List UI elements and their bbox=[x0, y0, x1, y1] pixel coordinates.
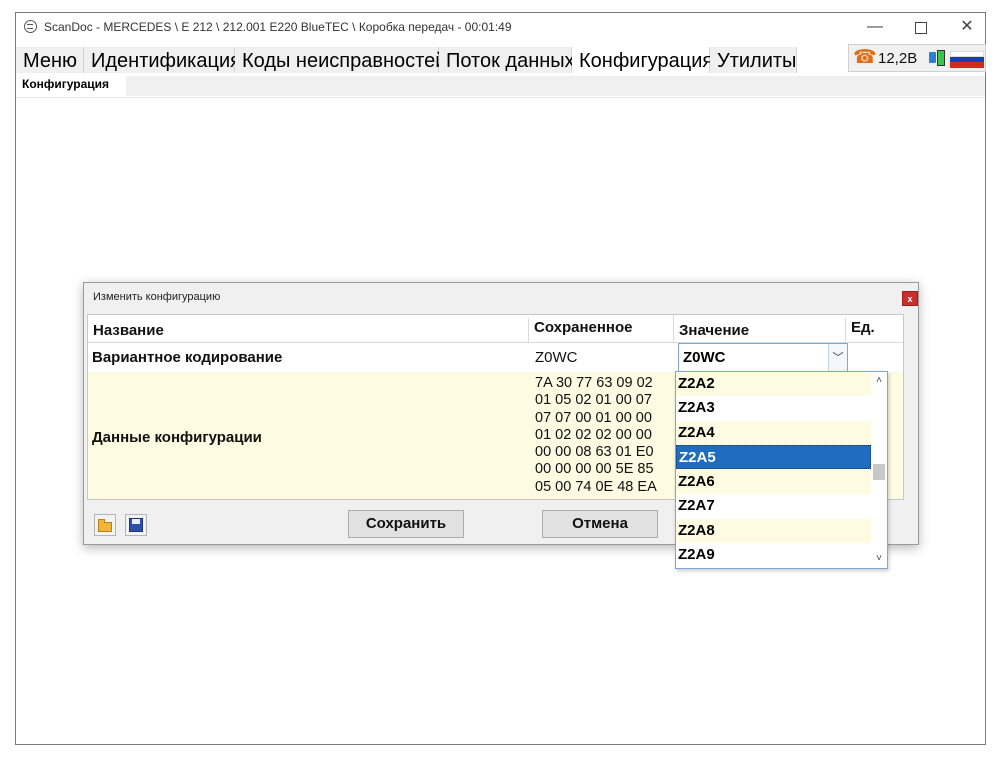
main-menu-bar: Меню Идентификация Коды неисправностей П… bbox=[16, 47, 985, 73]
column-header-unit: Ед. bbox=[846, 315, 903, 343]
cancel-button[interactable]: Отмена bbox=[542, 510, 658, 538]
scroll-up-icon[interactable]: ˄ bbox=[871, 374, 887, 388]
hex-line: 01 02 02 02 00 00 bbox=[535, 426, 652, 443]
dropdown-option[interactable]: Z2A7 bbox=[676, 494, 871, 518]
sub-tab-strip bbox=[126, 76, 985, 96]
scroll-down-icon[interactable]: ˅ bbox=[871, 552, 887, 566]
dropdown-scrollbar[interactable]: ˄ ˅ bbox=[871, 372, 887, 568]
dropdown-option[interactable]: Z2A6 bbox=[676, 470, 871, 494]
open-folder-icon[interactable] bbox=[94, 514, 116, 536]
dropdown-option[interactable]: Z2A9 bbox=[676, 543, 871, 567]
dropdown-option-selected[interactable]: Z2A5 bbox=[676, 445, 871, 469]
dialog-title: Изменить конфигурацию bbox=[93, 291, 221, 303]
scrollbar-thumb[interactable] bbox=[873, 464, 885, 480]
menu-item-utilities[interactable]: Утилиты bbox=[710, 47, 797, 73]
menu-item-fault-codes[interactable]: Коды неисправностей bbox=[235, 47, 446, 73]
minimize-button[interactable]: — bbox=[852, 13, 898, 42]
dropdown-option[interactable]: Z2A8 bbox=[676, 519, 871, 543]
status-indicator: ☎ 12,2В bbox=[848, 44, 986, 72]
hex-line: 05 00 74 0E 48 EA bbox=[535, 478, 657, 495]
dropdown-option[interactable]: Z2A3 bbox=[676, 396, 871, 420]
save-disk-icon[interactable] bbox=[125, 514, 147, 536]
russian-flag-icon[interactable] bbox=[950, 51, 984, 68]
hex-line: 07 07 00 01 00 00 bbox=[535, 409, 652, 426]
tab-configuration[interactable]: Конфигурация bbox=[22, 77, 109, 91]
menu-item-configuration[interactable]: Конфигурация bbox=[572, 47, 713, 73]
window-title: ScanDoc - MERCEDES \ E 212 \ 212.001 E22… bbox=[44, 20, 512, 34]
dropdown-option[interactable]: Z2A2 bbox=[676, 372, 871, 396]
row-variant-coding-name: Вариантное кодирование bbox=[92, 349, 283, 366]
app-logo-icon bbox=[24, 20, 37, 33]
row-config-data-saved: 7A 30 77 63 09 02 01 05 02 01 00 07 07 0… bbox=[535, 375, 657, 496]
menu-item-menu[interactable]: Меню bbox=[16, 47, 84, 73]
variant-coding-select[interactable]: Z0WC ﹀ bbox=[678, 343, 848, 373]
maximize-button[interactable] bbox=[898, 13, 944, 42]
phone-icon: ☎ bbox=[853, 47, 877, 68]
dialog-close-button[interactable]: x bbox=[902, 291, 918, 306]
column-header-value: Значение bbox=[674, 318, 846, 343]
hex-line: 00 00 08 63 01 E0 bbox=[535, 444, 654, 461]
hex-line: 7A 30 77 63 09 02 bbox=[535, 375, 653, 391]
menu-item-identification[interactable]: Идентификация bbox=[84, 47, 241, 73]
menu-item-data-stream[interactable]: Поток данных bbox=[439, 47, 575, 73]
row-config-data-name: Данные конфигурации bbox=[92, 429, 262, 446]
variant-coding-value: Z0WC bbox=[683, 349, 726, 366]
voltage-readout: 12,2В bbox=[878, 50, 918, 67]
variant-coding-dropdown-list[interactable]: Z2A2 Z2A3 Z2A4 Z2A5 Z2A6 Z2A7 Z2A8 Z2A9 … bbox=[675, 371, 888, 569]
hex-line: 01 05 02 01 00 07 bbox=[535, 392, 652, 409]
close-window-button[interactable]: ✕ bbox=[944, 13, 990, 42]
maximize-icon bbox=[915, 22, 927, 34]
hex-line: 00 00 00 00 5E 85 bbox=[535, 461, 654, 478]
row-variant-coding-saved: Z0WC bbox=[535, 349, 578, 366]
save-button[interactable]: Сохранить bbox=[348, 510, 464, 538]
battery-icon bbox=[929, 49, 947, 68]
column-header-saved: Сохраненное bbox=[529, 315, 674, 343]
dropdown-option[interactable]: Z2A4 bbox=[676, 421, 871, 445]
column-header-name: Название bbox=[88, 318, 529, 343]
sub-tab-bar: Конфигурация bbox=[16, 73, 985, 98]
title-bar: ScanDoc - MERCEDES \ E 212 \ 212.001 E22… bbox=[16, 13, 985, 42]
chevron-down-icon[interactable]: ﹀ bbox=[828, 344, 847, 372]
